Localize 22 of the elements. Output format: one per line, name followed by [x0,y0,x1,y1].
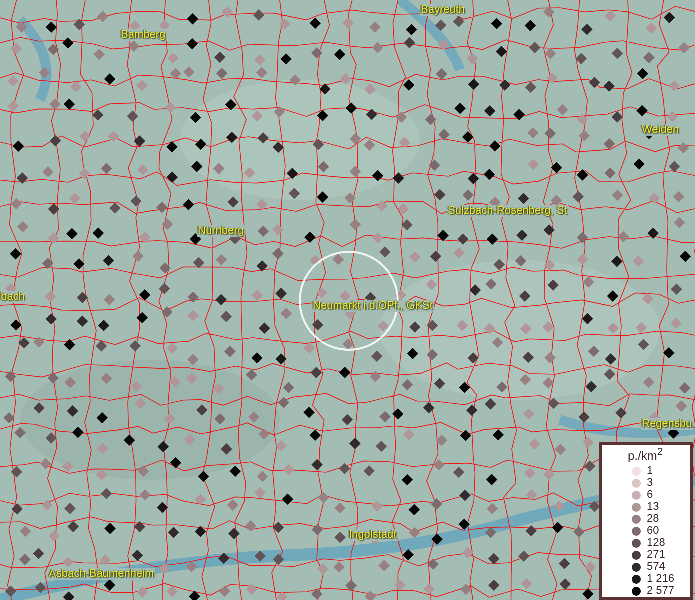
place-label: bach [0,291,26,303]
legend-label: 3 [647,477,654,489]
legend-label: 2 577 [647,585,675,597]
legend-label: 6 [647,489,654,501]
place-label: Bayreuth [420,4,466,16]
place-label: Neumarkt i.d.OPf., GKSt [312,300,434,312]
place-label: Regensbu [641,418,694,430]
place-label: Bamberg [120,29,167,41]
legend-label: 28 [647,513,660,525]
legend-label: 271 [647,549,666,561]
legend-title: p./km$^{2}$ [628,447,663,463]
legend-label: 60 [647,525,660,537]
place-label: Ingolstadt [348,529,398,541]
place-label: Asbach-Bäumenheim [48,568,156,580]
place-label: Weiden [641,124,680,136]
legend-label: 1 216 [647,573,675,585]
legend-label: 574 [647,561,666,573]
place-label: Nürnberg [197,225,245,237]
legend-label: 128 [647,537,666,549]
legend-label: 13 [647,501,660,513]
place-label: Sulzbach-Rosenberg, St [447,205,568,217]
legend-label: 1 [647,465,654,477]
